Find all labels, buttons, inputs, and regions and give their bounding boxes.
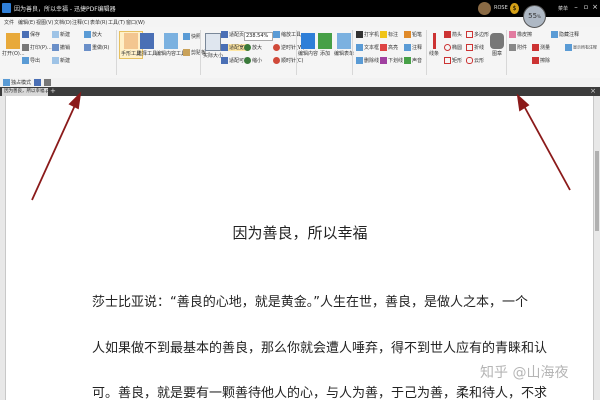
left-arrow-head: [68, 91, 82, 110]
speed-indicator[interactable]: 55%: [523, 5, 546, 28]
speed-unit: %: [537, 14, 541, 19]
right-arrow-head: [516, 93, 530, 112]
left-arrow-line: [31, 102, 77, 201]
speed-value: 55: [528, 12, 538, 20]
right-arrow-line: [523, 105, 571, 191]
annotation-arrows: [31, 91, 571, 201]
